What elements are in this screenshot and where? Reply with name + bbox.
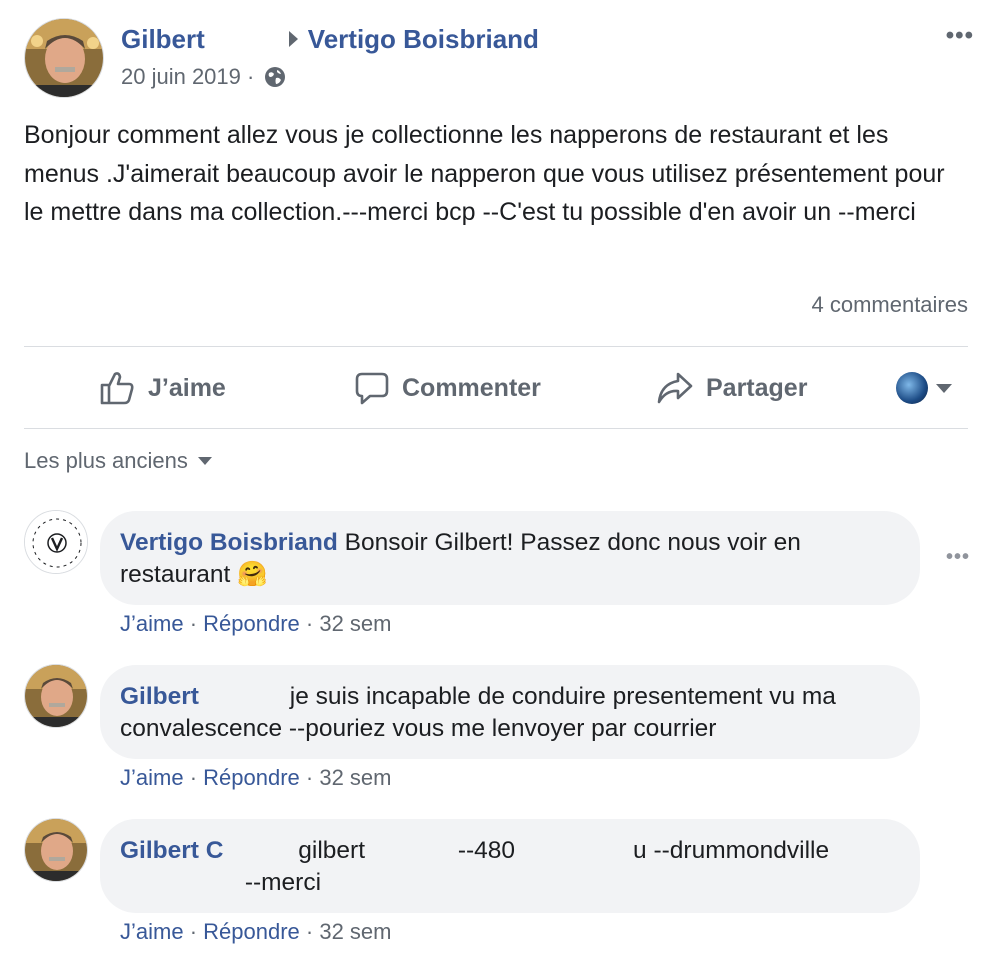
comment-time[interactable]: 32 sem (319, 765, 391, 790)
commenter-avatar[interactable] (24, 664, 88, 728)
comment-author[interactable]: Gilbert (120, 683, 199, 710)
post-author-name[interactable]: Gilbert (121, 24, 205, 54)
redacted-text (198, 687, 283, 707)
comment-author[interactable]: Gilbert C (120, 837, 223, 864)
post-meta: 20 juin 2019 · (121, 64, 286, 94)
comment-more-options-icon[interactable]: ••• (946, 546, 970, 569)
caret-down-icon (936, 383, 952, 393)
comments-count[interactable]: 4 commentaires (811, 292, 968, 318)
post-header: Gilbert Vertigo Boisbriand 20 juin 2019 ·… (24, 18, 974, 100)
share-label: Partager (706, 373, 808, 402)
comment-reply-link[interactable]: Répondre (203, 919, 300, 944)
comment-actions: J’aime · Répondre · 32 sem (120, 765, 392, 790)
hug-emoji: 🤗 (237, 561, 268, 588)
divider-bottom (24, 428, 968, 429)
comment-reply-link[interactable]: Répondre (203, 765, 300, 790)
comment-text-part: --480 (457, 837, 516, 864)
comment-like-link[interactable]: J’aime (120, 611, 184, 636)
comment-like-link[interactable]: J’aime (120, 765, 184, 790)
comment-sort-dropdown[interactable]: Les plus anciens (24, 448, 212, 474)
commenter-avatar[interactable] (24, 818, 88, 882)
post-action-bar: J’aime Commenter Partager (24, 348, 968, 428)
vertigo-avatar[interactable] (24, 510, 88, 574)
comment-bubble: Vertigo Boisbriand Bonsoir Gilbert! Pass… (100, 511, 920, 605)
comment-actions: J’aime · Répondre · 32 sem (120, 919, 392, 944)
post-date[interactable]: 20 juin 2019 (121, 64, 241, 89)
redacted-text (365, 841, 452, 861)
page-avatar-icon (896, 372, 928, 404)
redacted-surname (204, 29, 285, 51)
like-button[interactable]: J’aime (98, 348, 226, 428)
comment-bubble: Gilbert C gilbert --480 u --drummondville… (100, 819, 920, 913)
globe-icon[interactable] (264, 66, 286, 94)
redacted-text (223, 841, 292, 861)
comment-reply-link[interactable]: Répondre (203, 611, 300, 636)
comment-label: Commenter (402, 373, 541, 402)
comment-text-part: --merci (244, 869, 322, 896)
comment-actions: J’aime · Répondre · 32 sem (120, 611, 392, 636)
redacted-text (120, 873, 238, 893)
comment-time[interactable]: 32 sem (319, 919, 391, 944)
post-more-options-icon[interactable]: ••• (946, 22, 974, 50)
share-button[interactable]: Partager (656, 348, 807, 428)
post-target-page[interactable]: Vertigo Boisbriand (308, 24, 539, 54)
divider-top (24, 346, 968, 347)
caret-down-icon (197, 457, 212, 465)
comment-text-part: gilbert (298, 837, 366, 864)
comment-time[interactable]: 32 sem (319, 611, 391, 636)
share-arrow-icon (657, 372, 693, 404)
post-body-text: Bonjour comment allez vous je collection… (24, 121, 945, 226)
audience-selector[interactable] (896, 372, 952, 404)
post-author-line: Gilbert Vertigo Boisbriand (121, 24, 539, 55)
thumbs-up-icon (100, 372, 134, 405)
arrow-right-icon (288, 31, 298, 47)
redacted-text (515, 841, 634, 861)
comment-like-link[interactable]: J’aime (120, 919, 184, 944)
comment-bubble: Gilbert je suis incapable de conduire pr… (100, 665, 920, 759)
comment-text-part: u --drummondville (633, 837, 830, 864)
comment-author[interactable]: Vertigo Boisbriand (120, 529, 338, 556)
sort-label: Les plus anciens (24, 448, 188, 473)
speech-bubble-icon (355, 372, 389, 405)
like-label: J’aime (148, 373, 226, 402)
meta-separator: · (240, 64, 261, 89)
author-avatar[interactable] (24, 18, 104, 98)
comment-button[interactable]: Commenter (354, 348, 541, 428)
